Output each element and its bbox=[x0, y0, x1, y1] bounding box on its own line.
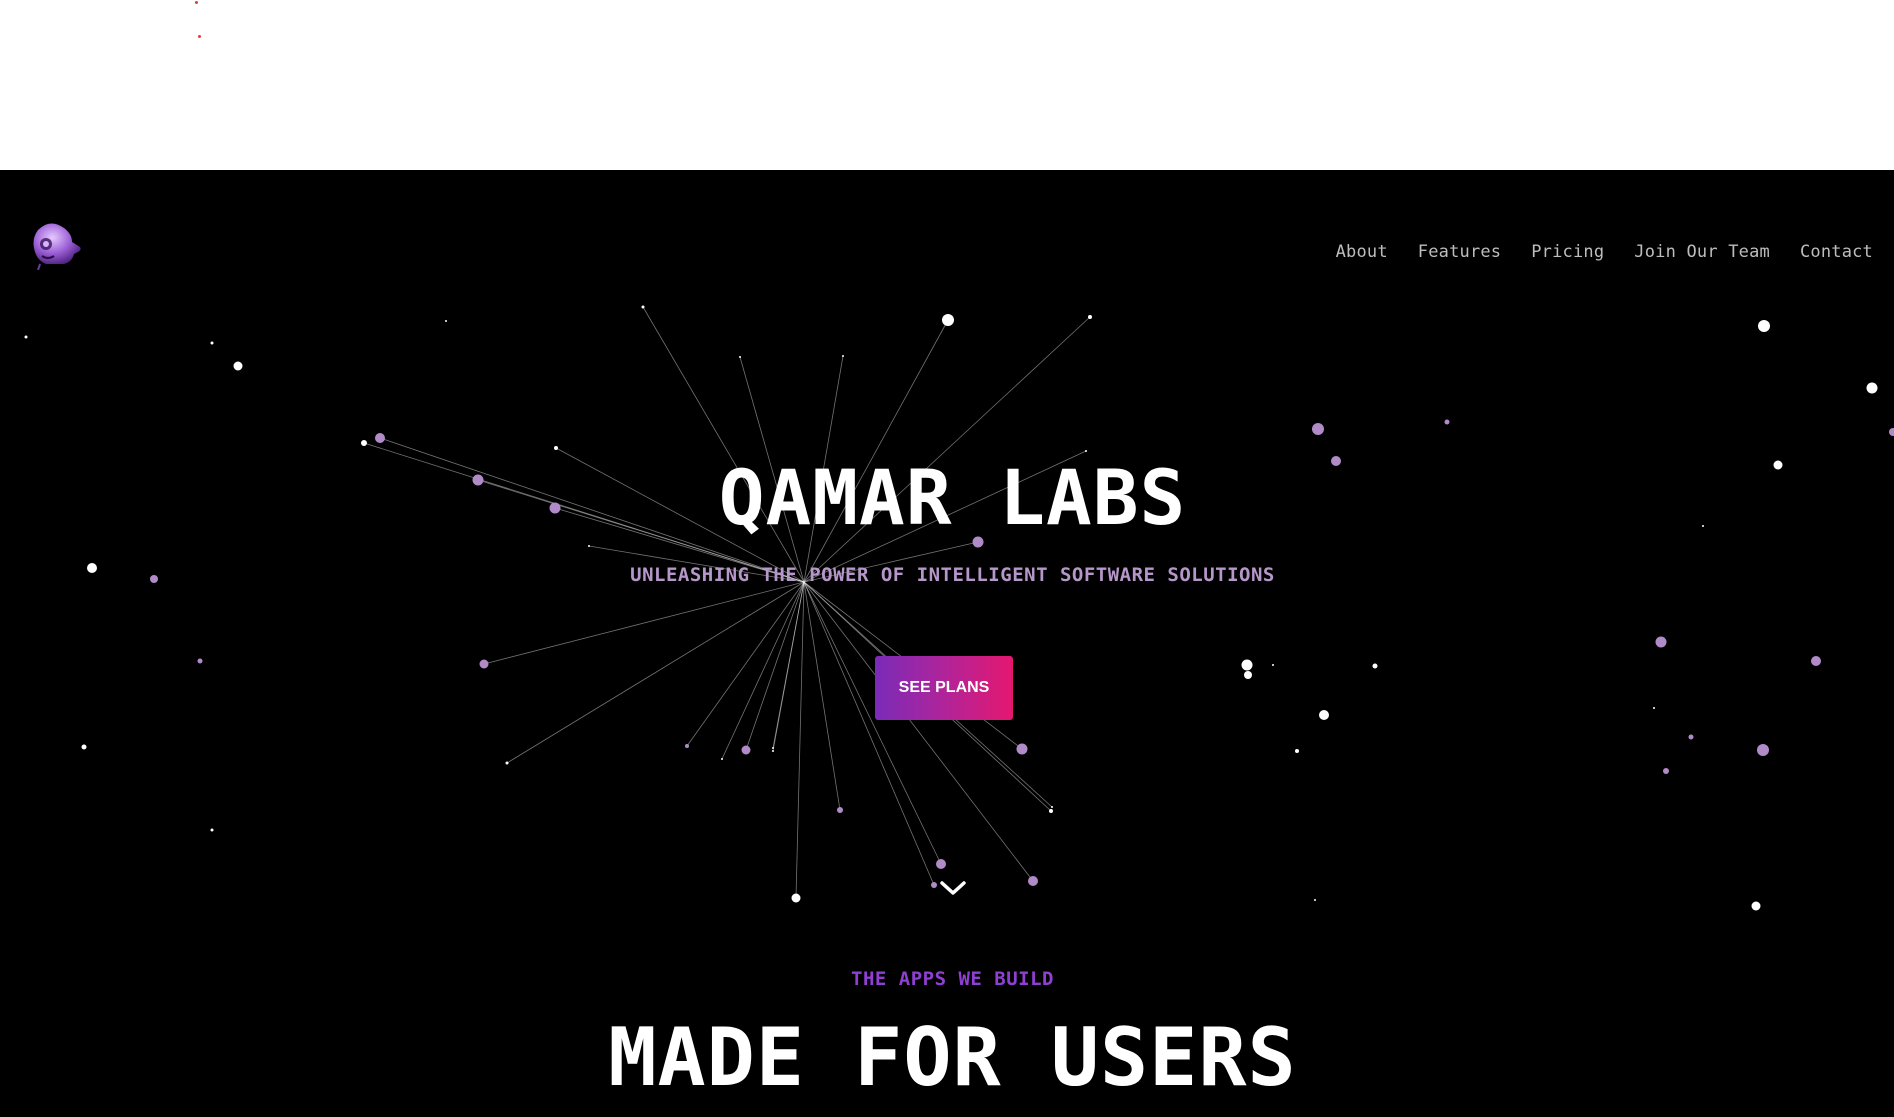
particle-dot bbox=[233, 361, 243, 371]
particle-dot bbox=[1051, 806, 1053, 808]
network-line bbox=[483, 581, 805, 665]
stray-dot bbox=[198, 35, 201, 38]
particle-dot bbox=[1866, 382, 1878, 394]
nav-link-join-our-team[interactable]: Join Our Team bbox=[1634, 242, 1770, 262]
network-line bbox=[795, 581, 805, 899]
particle-dot bbox=[842, 355, 844, 357]
logo[interactable] bbox=[28, 220, 84, 271]
network-line bbox=[803, 581, 841, 811]
particle-dot bbox=[772, 747, 774, 749]
hero-section: About Features Pricing Join Our Team Con… bbox=[0, 170, 1894, 1117]
particle-dot bbox=[479, 659, 489, 669]
particle-dot bbox=[197, 658, 203, 664]
particle-dot bbox=[588, 545, 590, 547]
network-line bbox=[686, 581, 805, 747]
particle-dot bbox=[931, 882, 937, 888]
particle-dot bbox=[1085, 450, 1087, 452]
particle-dot bbox=[1372, 663, 1378, 669]
particle-dot bbox=[445, 320, 447, 322]
particle-dot bbox=[1655, 636, 1667, 648]
section-title: MADE FOR USERS bbox=[608, 1011, 1297, 1104]
particle-dot bbox=[837, 807, 843, 813]
hero-subtitle: UNLEASHING THE POWER OF INTELLIGENT SOFT… bbox=[630, 564, 1275, 586]
particle-dot bbox=[210, 341, 214, 345]
section-eyebrow: THE APPS WE BUILD bbox=[851, 968, 1054, 990]
particle-dot bbox=[1312, 423, 1324, 435]
particle-dot bbox=[1319, 710, 1329, 720]
nav-link-contact[interactable]: Contact bbox=[1800, 242, 1873, 262]
network-line bbox=[803, 581, 942, 865]
particle-dot bbox=[1016, 743, 1028, 755]
nav-link-features[interactable]: Features bbox=[1418, 242, 1501, 262]
particle-dot bbox=[1811, 656, 1821, 666]
particle-dot bbox=[1295, 749, 1299, 753]
particle-dot bbox=[1663, 768, 1669, 774]
particle-dot bbox=[721, 758, 723, 760]
particle-dot bbox=[505, 761, 509, 765]
particle-dot bbox=[361, 440, 367, 446]
network-line bbox=[721, 581, 805, 760]
particle-dot bbox=[1241, 659, 1253, 671]
stray-dot bbox=[195, 1, 198, 4]
particle-dot bbox=[1444, 419, 1450, 425]
main-nav: About Features Pricing Join Our Team Con… bbox=[1336, 242, 1873, 262]
particle-dot bbox=[936, 859, 946, 869]
particle-dot bbox=[1028, 876, 1038, 886]
hero-title: QAMAR LABS bbox=[718, 453, 1187, 542]
network-line bbox=[803, 319, 949, 583]
chevron-down-icon[interactable] bbox=[938, 878, 968, 898]
top-blank-area bbox=[0, 0, 1894, 170]
particle-dot bbox=[1889, 428, 1894, 436]
robot-head-icon bbox=[33, 223, 81, 271]
particle-dot bbox=[554, 446, 558, 450]
particle-dot bbox=[1653, 707, 1655, 709]
particle-dot bbox=[1688, 734, 1694, 740]
network-line bbox=[506, 581, 805, 764]
particle-dot bbox=[739, 356, 741, 358]
network-line bbox=[803, 316, 1091, 583]
particle-dot bbox=[1244, 671, 1252, 679]
particle-dot bbox=[942, 314, 954, 326]
particle-dot bbox=[1049, 809, 1053, 813]
particle-dot bbox=[1088, 315, 1092, 319]
see-plans-button[interactable]: SEE PLANS bbox=[875, 656, 1013, 720]
network-line bbox=[745, 581, 805, 751]
particle-dot bbox=[375, 433, 385, 443]
network-line bbox=[772, 581, 805, 752]
particle-dot bbox=[685, 744, 689, 748]
particle-dot bbox=[1314, 899, 1316, 901]
particle-dot bbox=[741, 745, 751, 755]
particle-dot bbox=[791, 893, 801, 903]
particle-dot bbox=[641, 305, 645, 309]
particle-dot bbox=[210, 828, 214, 832]
particle-dot bbox=[1272, 664, 1274, 666]
particle-dot bbox=[1757, 744, 1769, 756]
nav-link-about[interactable]: About bbox=[1336, 242, 1388, 262]
network-line bbox=[803, 581, 935, 886]
particle-dot bbox=[1758, 320, 1770, 332]
nav-link-pricing[interactable]: Pricing bbox=[1531, 242, 1604, 262]
particle-dot bbox=[772, 750, 774, 752]
particle-dot bbox=[81, 744, 87, 750]
particle-dot bbox=[1751, 901, 1761, 911]
particle-dot bbox=[24, 335, 28, 339]
